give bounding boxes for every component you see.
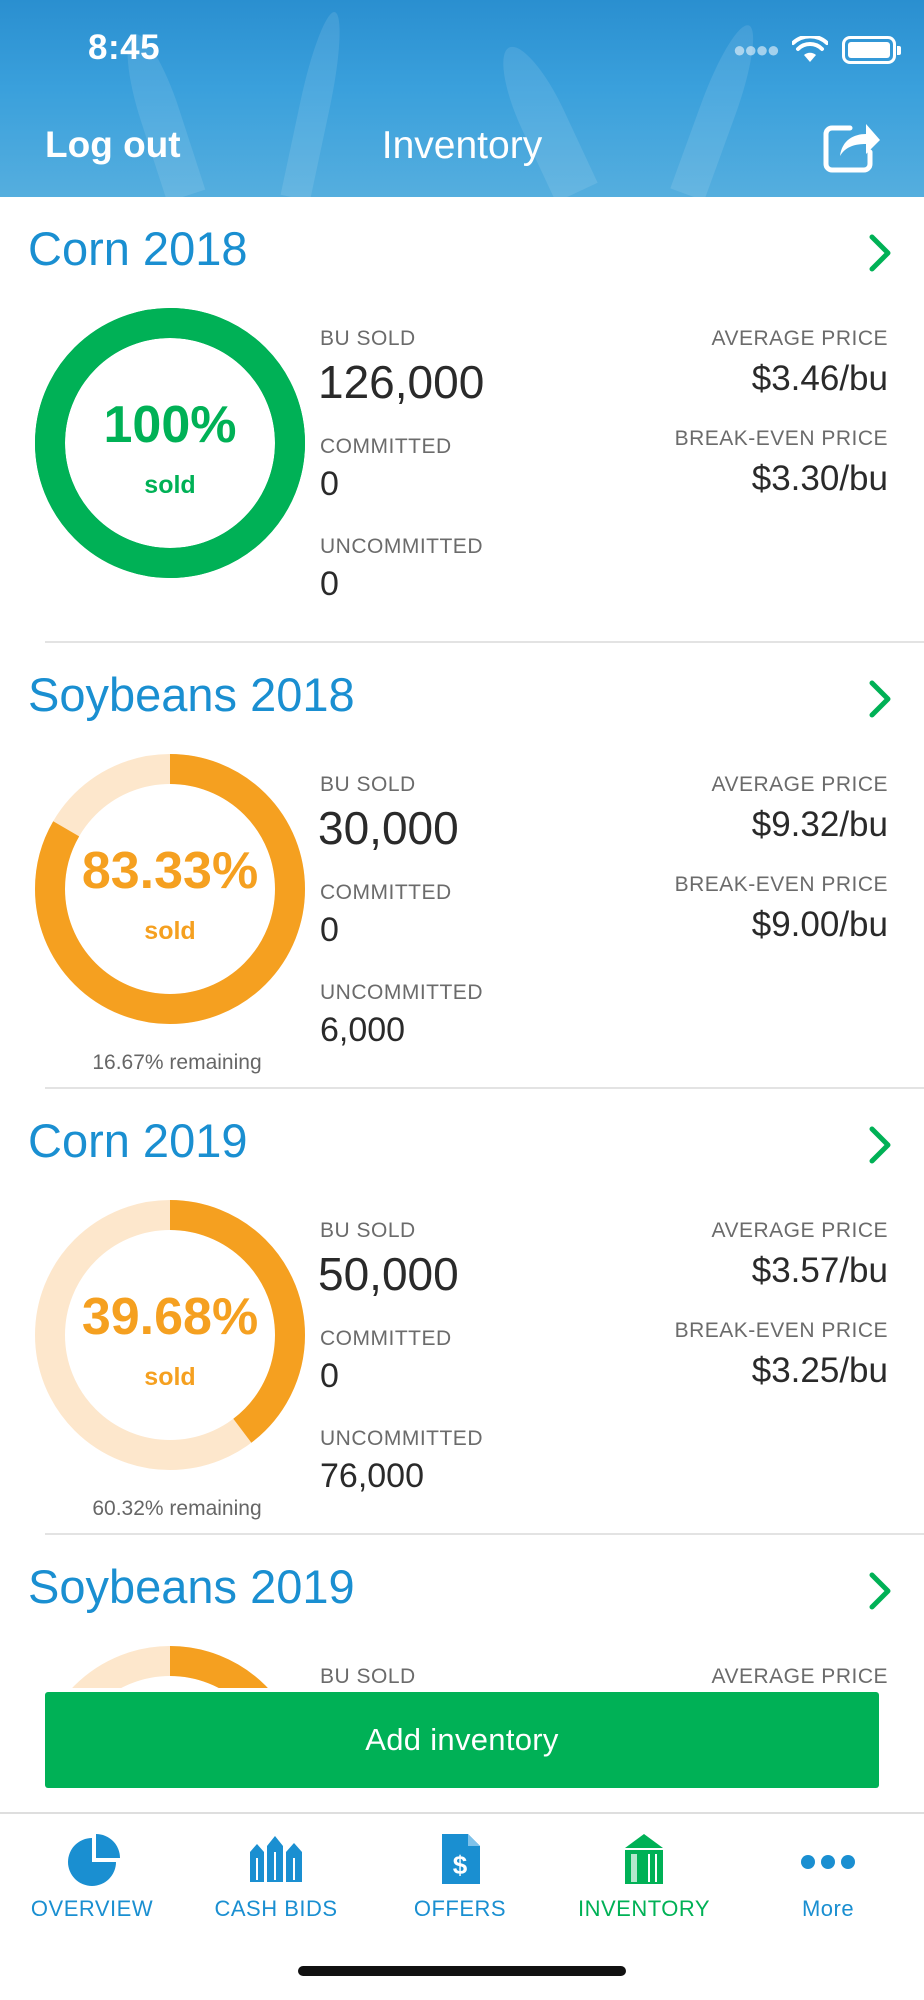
average-price-value: $3.57/bu (751, 1251, 888, 1290)
uncommitted-label: UNCOMMITTED (320, 1427, 483, 1450)
add-inventory-button[interactable]: Add inventory (45, 1692, 879, 1788)
crop-title[interactable]: Corn 2018 (28, 221, 248, 276)
cellular-signal-icon: ●●●● (732, 37, 780, 62)
chevron-right-icon[interactable] (866, 677, 894, 721)
committed-value: 0 (320, 911, 339, 949)
tab-cash-bids[interactable]: CASH BIDS (184, 1814, 368, 1954)
average-price-label: AVERAGE PRICE (711, 1219, 888, 1242)
crop-card[interactable]: Corn 2018 100% sold BU SOLD 126,000 COMMITTE… (0, 197, 924, 643)
tab-inventory[interactable]: INVENTORY (552, 1814, 736, 1954)
bu-sold-label: BU SOLD (320, 327, 416, 350)
bu-sold-label: BU SOLD (320, 1665, 416, 1688)
bu-sold-value: 30,000 (318, 802, 459, 854)
tab-label: More (801, 1896, 855, 1921)
chevron-right-icon[interactable] (866, 1569, 894, 1613)
crop-title[interactable]: Soybeans 2019 (28, 1559, 355, 1614)
remaining-label: 60.32% remaining (92, 1497, 262, 1520)
bu-sold-label: BU SOLD (320, 773, 416, 796)
break-even-price-value: $3.30/bu (751, 459, 888, 498)
committed-value: 0 (320, 465, 339, 503)
tab-label: OVERVIEW (30, 1896, 154, 1921)
header-decoration (280, 8, 350, 197)
battery-icon (842, 36, 901, 64)
break-even-price-value: $9.00/bu (751, 905, 888, 944)
pie-chart-icon (68, 1834, 120, 1886)
page-title: Inventory (381, 124, 543, 167)
share-icon[interactable] (822, 116, 882, 174)
svg-text:$: $ (453, 1850, 468, 1880)
tab-overview[interactable]: OVERVIEW (0, 1814, 184, 1954)
committed-value: 0 (320, 1357, 339, 1395)
chevron-right-icon[interactable] (866, 1123, 894, 1167)
uncommitted-value: 6,000 (320, 1011, 406, 1049)
crop-title[interactable]: Corn 2019 (28, 1113, 248, 1168)
percent-sold: 100% (103, 396, 237, 454)
break-even-price-label: BREAK-EVEN PRICE (674, 427, 888, 450)
average-price-value: $3.46/bu (751, 359, 888, 398)
average-price-value: $9.32/bu (751, 805, 888, 844)
sold-caption: sold (144, 917, 196, 945)
crop-card[interactable]: Soybeans 2018 83.33% sold 16.67% remaining… (0, 643, 924, 1089)
bu-sold-value: 126,000 (318, 356, 485, 408)
chevron-right-icon[interactable] (866, 231, 894, 275)
more-dots-icon (801, 1855, 855, 1869)
header-decoration (488, 37, 598, 197)
bu-sold-label: BU SOLD (320, 1219, 416, 1242)
bu-sold-value: 50,000 (318, 1248, 459, 1300)
tab-more[interactable]: More (736, 1814, 920, 1954)
break-even-price-label: BREAK-EVEN PRICE (674, 873, 888, 896)
tab-offers[interactable]: $ OFFERS (368, 1814, 552, 1954)
grain-bins-icon (250, 1836, 302, 1882)
committed-label: COMMITTED (320, 435, 452, 458)
uncommitted-label: UNCOMMITTED (320, 535, 483, 558)
sold-caption: sold (144, 1363, 196, 1391)
uncommitted-label: UNCOMMITTED (320, 981, 483, 1004)
percent-sold: 83.33% (81, 842, 259, 900)
break-even-price-value: $3.25/bu (751, 1351, 888, 1390)
wifi-icon (792, 36, 828, 62)
sold-caption: sold (144, 471, 196, 499)
status-bar-icons: ●●●● (732, 30, 901, 70)
average-price-label: AVERAGE PRICE (711, 773, 888, 796)
average-price-label: AVERAGE PRICE (711, 1665, 888, 1688)
percent-sold: 39.68% (81, 1288, 259, 1346)
status-bar-time: 8:45 (88, 28, 161, 67)
home-indicator (298, 1966, 626, 1976)
break-even-price-label: BREAK-EVEN PRICE (674, 1319, 888, 1342)
tab-label: INVENTORY (577, 1896, 711, 1921)
average-price-label: AVERAGE PRICE (711, 327, 888, 350)
silo-icon (625, 1834, 663, 1884)
crop-title[interactable]: Soybeans 2018 (28, 667, 355, 722)
tab-label: CASH BIDS (214, 1896, 338, 1921)
nav-header: 8:45 ●●●● Log out Inventory (0, 0, 924, 197)
dollar-document-icon: $ (442, 1834, 480, 1884)
remaining-label: 16.67% remaining (92, 1051, 262, 1074)
crop-card[interactable]: Corn 2019 39.68% sold 60.32% remaining BU S… (0, 1089, 924, 1535)
committed-label: COMMITTED (320, 881, 452, 904)
tab-label: OFFERS (413, 1896, 507, 1921)
uncommitted-value: 76,000 (320, 1457, 424, 1495)
committed-label: COMMITTED (320, 1327, 452, 1350)
uncommitted-value: 0 (320, 565, 339, 603)
